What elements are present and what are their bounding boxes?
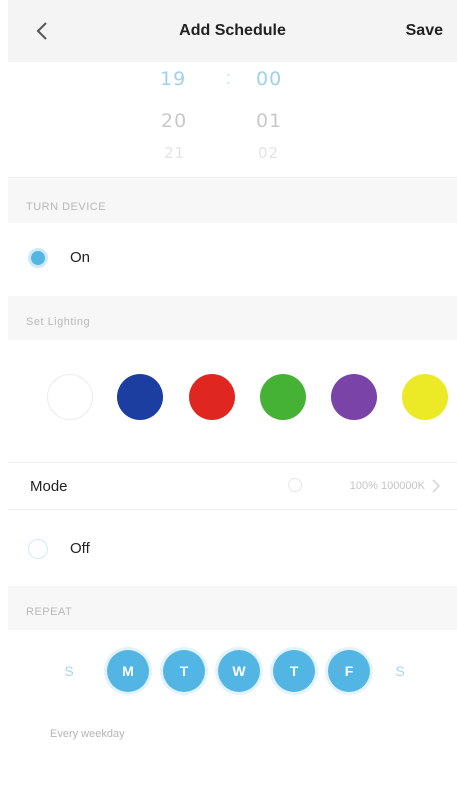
color-swatch-blue[interactable] [117, 374, 163, 420]
repeat-summary: Every weekday [50, 728, 125, 740]
color-swatch-yellow[interactable] [402, 374, 448, 420]
page-title: Add Schedule [179, 22, 286, 39]
time-picker[interactable]: 19 : 00 20 01 21 02 [8, 62, 457, 178]
day-saturday[interactable]: S [379, 650, 421, 692]
turn-device-label: TURN DEVICE [26, 201, 107, 213]
color-swatch-white[interactable] [47, 374, 93, 420]
hour-selected[interactable]: 19 [160, 68, 186, 90]
turn-off-option[interactable]: Off [8, 524, 457, 574]
weekday-selector: S M T W T F S [8, 646, 457, 696]
color-swatch-green[interactable] [260, 374, 306, 420]
on-label: On [70, 249, 91, 266]
set-lighting-label: Set Lighting [26, 316, 91, 328]
add-schedule-screen: Add Schedule Save 19 : 00 20 01 21 02 TU… [8, 0, 457, 787]
time-separator: : [226, 68, 232, 88]
mode-row[interactable]: Mode 100% 100000K [8, 462, 457, 510]
day-thursday[interactable]: T [273, 650, 315, 692]
set-lighting-section-header: Set Lighting [8, 296, 457, 340]
turn-device-section-header: TURN DEVICE [8, 179, 457, 223]
radio-off-unchecked[interactable] [28, 539, 48, 559]
day-sunday[interactable]: S [48, 650, 90, 692]
mode-label: Mode [30, 478, 68, 495]
color-swatch-red[interactable] [189, 374, 235, 420]
off-label: Off [70, 540, 90, 557]
repeat-label: REPEAT [26, 606, 73, 618]
day-friday[interactable]: F [328, 650, 370, 692]
day-wednesday[interactable]: W [218, 650, 260, 692]
repeat-section-header: REPEAT [8, 586, 457, 630]
day-monday[interactable]: M [107, 650, 149, 692]
minute-next2[interactable]: 02 [258, 144, 279, 162]
navigation-header: Add Schedule Save [8, 0, 457, 62]
hour-next[interactable]: 20 [161, 110, 187, 132]
day-tuesday[interactable]: T [163, 650, 205, 692]
mode-value: 100% 100000K [349, 480, 425, 492]
turn-on-option[interactable]: On [8, 233, 457, 283]
chevron-right-icon [432, 479, 441, 493]
color-swatch-purple[interactable] [331, 374, 377, 420]
radio-on-checked[interactable] [28, 248, 48, 268]
minute-selected[interactable]: 00 [256, 68, 282, 90]
minute-next[interactable]: 01 [256, 110, 282, 132]
color-swatch-row [8, 368, 457, 424]
hour-next2[interactable]: 21 [164, 144, 185, 162]
mode-color-dot [288, 478, 302, 492]
save-button[interactable]: Save [406, 22, 443, 40]
